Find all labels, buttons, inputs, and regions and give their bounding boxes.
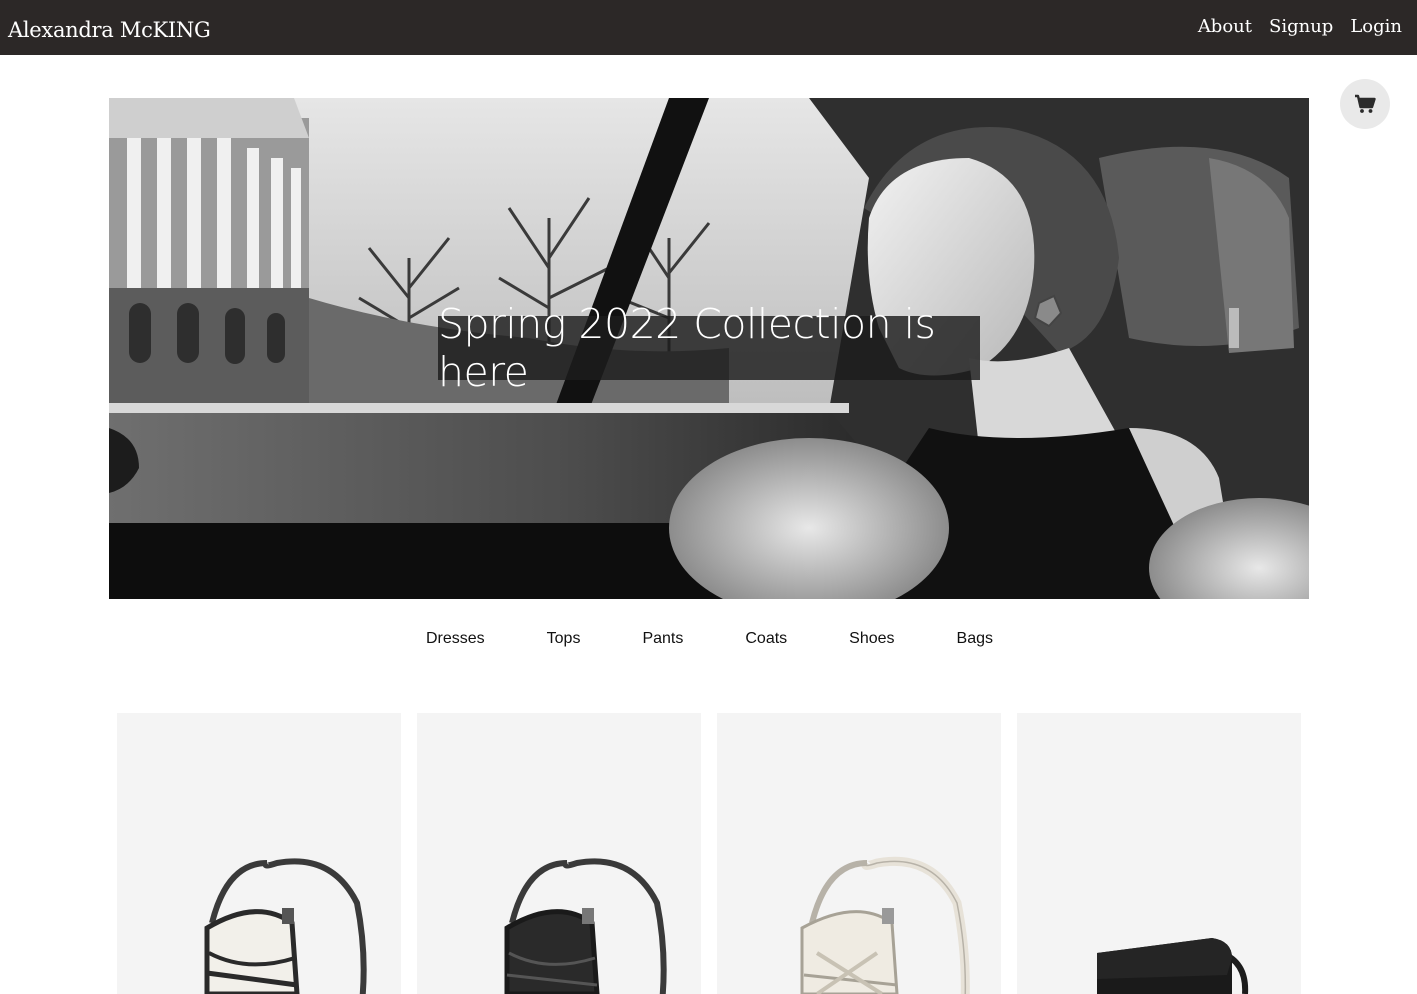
cart-icon	[1355, 94, 1376, 113]
category-tops[interactable]: Tops	[547, 630, 581, 654]
ivory-shoulder-bag-image	[800, 856, 970, 994]
product-card[interactable]	[117, 713, 401, 994]
black-crossbody-bag-image	[1097, 938, 1249, 994]
category-nav: Dresses Tops Pants Coats Shoes Bags	[0, 630, 1417, 654]
black-shoulder-bag-image	[504, 858, 667, 994]
cart-button[interactable]	[1340, 79, 1390, 129]
category-pants[interactable]: Pants	[642, 630, 683, 654]
product-card[interactable]	[717, 713, 1001, 994]
hero-caption: Spring 2022 Collection is here	[438, 300, 980, 396]
product-grid	[117, 713, 1301, 994]
nav-about-link[interactable]: About	[1198, 16, 1252, 37]
nav-login-link[interactable]: Login	[1350, 16, 1402, 37]
brand-logo[interactable]: Alexandra McKING	[8, 18, 211, 42]
nav-signup-link[interactable]: Signup	[1269, 16, 1333, 37]
top-navbar: Alexandra McKING About Signup Login	[0, 0, 1417, 55]
white-black-shoulder-bag-image	[204, 858, 367, 994]
hero-banner[interactable]: Spring 2022 Collection is here	[109, 98, 1309, 599]
main-nav: About Signup Login	[1198, 16, 1402, 37]
category-coats[interactable]: Coats	[745, 630, 787, 654]
category-dresses[interactable]: Dresses	[426, 630, 485, 654]
product-card[interactable]	[417, 713, 701, 994]
category-shoes[interactable]: Shoes	[849, 630, 894, 654]
category-bags[interactable]: Bags	[957, 630, 993, 654]
product-card[interactable]	[1017, 713, 1301, 994]
